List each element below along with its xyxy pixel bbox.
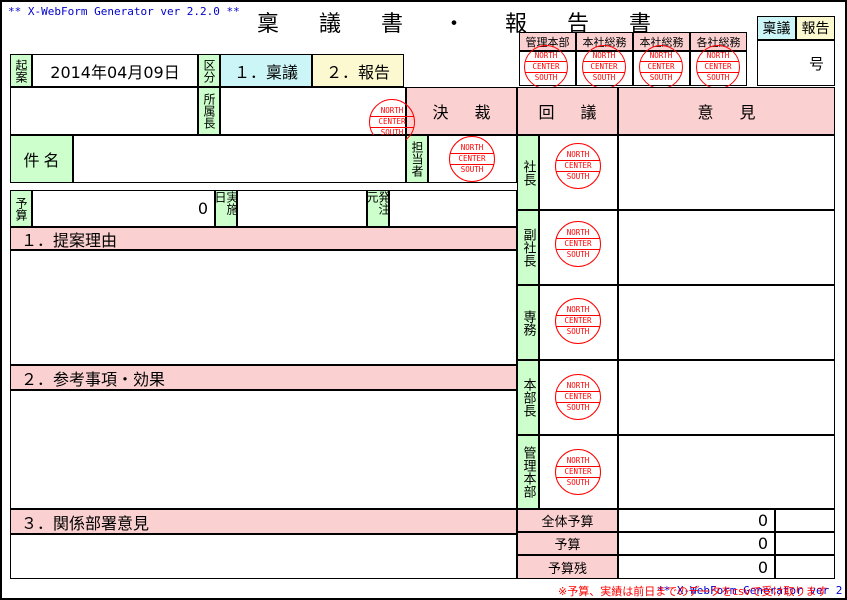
kenmei-field[interactable] [73, 135, 406, 183]
tantosha-field[interactable] [428, 135, 517, 183]
budget-summary-value-0[interactable]: 0 [618, 509, 775, 532]
doctype-option-ringi[interactable]: 稟議 [757, 16, 796, 40]
kubun-option-ringi[interactable]: １．稟議 [220, 54, 312, 87]
review-opinion-3[interactable] [618, 360, 835, 435]
page-title: 稟 議 書 ・ 報 告 書 [257, 12, 661, 37]
top-stamp-header-2: 本社総務 [633, 32, 690, 51]
iken-header: 意 見 [618, 87, 835, 135]
label-jisshibi: 実施日 [215, 190, 237, 227]
label-kubun: 区分 [198, 54, 220, 87]
section-body-2[interactable] [10, 390, 517, 509]
kaigi-header: 回 議 [517, 87, 618, 135]
label-tantosha: 担当者 [406, 135, 428, 183]
top-stamp-header-0: 管理本部 [519, 32, 576, 51]
doctype-option-houkoku[interactable]: 報告 [796, 16, 835, 40]
label-yosan: 予算 [10, 190, 32, 227]
budget-summary-extra-1 [775, 532, 835, 555]
budget-summary-value-2[interactable]: 0 [618, 555, 775, 579]
budget-summary-extra-0 [775, 509, 835, 532]
top-stamp-header-1: 本社総務 [576, 32, 633, 51]
review-stamp-cell-1[interactable] [539, 210, 618, 285]
shozokucho-blank-left[interactable] [10, 87, 198, 135]
review-opinion-4[interactable] [618, 435, 835, 509]
review-role-1: 副社長 [517, 210, 539, 285]
kubun-option-houkoku[interactable]: ２．報告 [312, 54, 404, 87]
footer-note: ※予算、実績は前日までのデータをcsvで受け取ります [558, 585, 828, 598]
generator-banner-top: ** X-WebForm Generator ver 2.2.0 ** [8, 5, 240, 18]
draft-date-field[interactable]: 2014年04月09日 [32, 54, 198, 87]
budget-summary-label-2: 予算残 [517, 555, 618, 579]
review-opinion-0[interactable] [618, 135, 835, 210]
review-role-2: 専務 [517, 285, 539, 360]
review-stamp-cell-4[interactable] [539, 435, 618, 509]
form-page: ** X-WebForm Generator ver 2.2.0 ** ** X… [0, 0, 847, 600]
review-stamp-cell-3[interactable] [539, 360, 618, 435]
review-stamp-cell-0[interactable] [539, 135, 618, 210]
review-role-4: 管理本部 [517, 435, 539, 509]
top-stamp-cell-1[interactable] [576, 51, 633, 86]
top-stamp-cell-2[interactable] [633, 51, 690, 86]
review-role-3: 本部長 [517, 360, 539, 435]
yosan-field[interactable]: 0 [32, 190, 215, 227]
top-stamp-header-3: 各社総務 [690, 32, 747, 51]
label-kian: 起案 [10, 54, 32, 87]
label-shozokucho: 所属長 [198, 87, 220, 135]
shozokucho-field[interactable] [220, 87, 406, 135]
review-role-0: 社長 [517, 135, 539, 210]
top-stamp-cell-0[interactable] [519, 51, 576, 86]
section-body-1[interactable] [10, 250, 517, 365]
budget-summary-label-1: 予算 [517, 532, 618, 555]
budget-summary-value-1[interactable]: 0 [618, 532, 775, 555]
hacchumoto-field[interactable] [389, 190, 517, 227]
label-kenmei: 件名 [10, 135, 73, 183]
review-opinion-1[interactable] [618, 210, 835, 285]
section-body-3[interactable] [10, 534, 517, 579]
section-title-2: ２．参考事項・効果 [10, 365, 517, 390]
kessai-header: 決 裁 [406, 87, 517, 135]
top-stamp-cell-3[interactable] [690, 51, 747, 86]
label-hacchumoto: 発注元 [367, 190, 389, 227]
doc-number-field[interactable]: 号 [757, 40, 835, 86]
review-stamp-cell-2[interactable] [539, 285, 618, 360]
jisshibi-field[interactable] [237, 190, 367, 227]
budget-summary-label-0: 全体予算 [517, 509, 618, 532]
section-title-3: ３．関係部署意見 [10, 509, 517, 534]
review-opinion-2[interactable] [618, 285, 835, 360]
budget-summary-extra-2 [775, 555, 835, 579]
section-title-1: １．提案理由 [10, 227, 517, 250]
